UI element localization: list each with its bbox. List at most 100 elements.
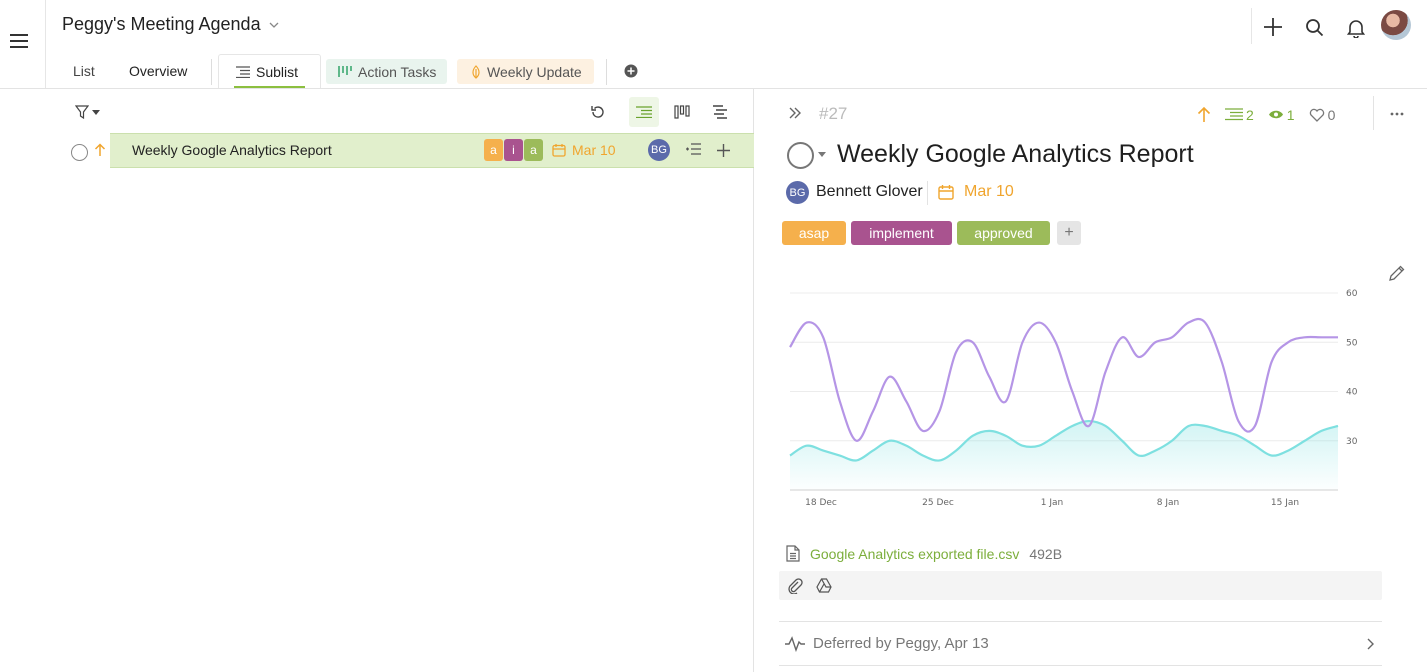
board-title-dropdown[interactable]: Peggy's Meeting Agenda	[62, 14, 279, 35]
assignee-avatar[interactable]: BG	[648, 139, 670, 161]
gantt-view-button[interactable]	[705, 97, 735, 127]
activity-pulse-icon	[785, 636, 805, 652]
chevron-right-icon	[1367, 638, 1374, 650]
refresh-icon	[591, 106, 604, 118]
tag-asap[interactable]: asap	[782, 221, 846, 245]
tag-implement[interactable]: implement	[851, 221, 952, 245]
due-date-text: Mar 10	[572, 142, 616, 158]
activity-text: Deferred by Peggy, Apr 13	[813, 635, 989, 652]
bell-icon[interactable]	[1347, 18, 1365, 38]
add-icon[interactable]	[1263, 17, 1283, 37]
refresh-button[interactable]	[583, 97, 613, 127]
tab-divider	[211, 59, 212, 85]
divider	[927, 181, 928, 205]
like-count-value: 0	[1327, 106, 1336, 123]
priority-up-icon[interactable]	[1197, 106, 1211, 123]
series-line-purple	[789, 317, 1338, 442]
task-stats: 2 1 0	[1197, 106, 1335, 123]
subtask-count[interactable]: 2	[1225, 107, 1254, 123]
sublist-view-button[interactable]	[629, 97, 659, 127]
task-complete-checkbox[interactable]	[71, 144, 88, 161]
y-tick-label: 40	[1346, 388, 1358, 398]
analytics-chart: 60 50 40 30 18 Dec 25 Dec 1 Jan 8 Jan 15 Jan	[789, 289, 1358, 508]
mini-tag-approved: a	[524, 139, 543, 161]
plus-circle-icon	[624, 64, 638, 78]
priority-up-icon	[94, 143, 106, 156]
subtask-count-value: 2	[1246, 106, 1254, 123]
task-due-date[interactable]: Mar 10	[552, 142, 616, 158]
add-subtask-icon[interactable]	[685, 143, 701, 156]
tab-label: Overview	[129, 63, 188, 79]
x-tick-label: 18 Dec	[805, 498, 837, 508]
due-date-text: Mar 10	[964, 183, 1014, 200]
user-avatar[interactable]	[1381, 10, 1411, 40]
y-tick-label: 60	[1346, 289, 1358, 299]
divider	[779, 665, 1382, 666]
tab-label: Sublist	[256, 63, 299, 80]
x-tick-label: 1 Jan	[1041, 498, 1063, 508]
task-id: #27	[819, 104, 848, 123]
watcher-count-value: 1	[1286, 106, 1295, 123]
tab-weekly-update[interactable]: Weekly Update	[457, 59, 594, 84]
attachment-name[interactable]: Google Analytics exported file.csv	[810, 546, 1019, 562]
mini-tag-implement: i	[504, 139, 523, 161]
tag-approved[interactable]: approved	[957, 221, 1050, 245]
google-drive-icon[interactable]	[816, 578, 832, 593]
sublist-icon	[1225, 108, 1243, 121]
attachment-toolbar	[779, 571, 1382, 600]
collapse-panel-icon[interactable]	[788, 106, 802, 120]
tab-overview[interactable]: Overview	[129, 54, 187, 88]
x-tick-label: 8 Jan	[1157, 498, 1179, 508]
sublist-pane: Weekly Google Analytics Report a i a Mar…	[0, 89, 754, 672]
caret-down-icon	[92, 109, 100, 115]
like-count[interactable]: 0	[1309, 106, 1336, 123]
tab-label: List	[73, 63, 95, 79]
calendar-icon	[938, 185, 954, 200]
attachment-size: 492B	[1029, 545, 1063, 562]
divider	[1373, 96, 1374, 130]
activity-row[interactable]: Deferred by Peggy, Apr 13	[779, 622, 1382, 666]
file-icon	[786, 545, 800, 562]
main-menu-button[interactable]	[0, 0, 46, 88]
tab-sublist[interactable]: Sublist	[218, 54, 321, 88]
task-title[interactable]: Weekly Google Analytics Report	[132, 142, 332, 158]
paperclip-icon[interactable]	[787, 578, 803, 594]
tab-list[interactable]: List	[73, 54, 95, 88]
leaf-icon	[472, 64, 480, 79]
calendar-icon	[552, 144, 566, 157]
filter-button[interactable]	[75, 105, 100, 119]
y-tick-label: 30	[1346, 437, 1358, 447]
detail-due-date[interactable]: Mar 10	[938, 183, 1014, 201]
tab-action-tasks[interactable]: Action Tasks	[326, 59, 448, 84]
watcher-count[interactable]: 1	[1268, 107, 1295, 123]
add-icon[interactable]	[716, 143, 731, 158]
detail-title[interactable]: Weekly Google Analytics Report	[837, 140, 1194, 169]
owner-name[interactable]: Bennett Glover	[816, 183, 923, 201]
tab-label: Weekly Update	[487, 63, 582, 80]
owner-avatar[interactable]: BG	[786, 181, 809, 204]
add-tag-button[interactable]: +	[1057, 221, 1081, 245]
add-tab-button[interactable]	[624, 64, 638, 78]
board-title: Peggy's Meeting Agenda	[62, 14, 261, 34]
sublist-icon	[636, 106, 652, 118]
kanban-icon	[674, 105, 690, 119]
more-options-icon[interactable]	[1390, 112, 1404, 116]
sublist-icon	[236, 65, 250, 78]
pencil-icon[interactable]	[1388, 264, 1406, 282]
x-tick-label: 15 Jan	[1271, 498, 1299, 508]
gantt-icon	[713, 105, 727, 119]
tab-divider	[606, 59, 607, 85]
mini-tag-asap: a	[484, 139, 503, 161]
eye-icon	[1268, 110, 1283, 119]
y-tick-label: 50	[1346, 338, 1358, 348]
search-icon[interactable]	[1305, 18, 1324, 37]
kanban-icon	[338, 66, 352, 77]
attachment-row[interactable]: Google Analytics exported file.csv 492B	[786, 545, 1062, 562]
hamburger-icon	[10, 34, 28, 48]
x-tick-label: 25 Dec	[922, 498, 954, 508]
tab-label: Action Tasks	[358, 63, 437, 80]
caret-down-icon[interactable]	[818, 152, 826, 157]
chevron-down-icon	[269, 22, 279, 28]
board-view-button[interactable]	[667, 97, 697, 127]
detail-complete-checkbox[interactable]	[787, 142, 814, 169]
